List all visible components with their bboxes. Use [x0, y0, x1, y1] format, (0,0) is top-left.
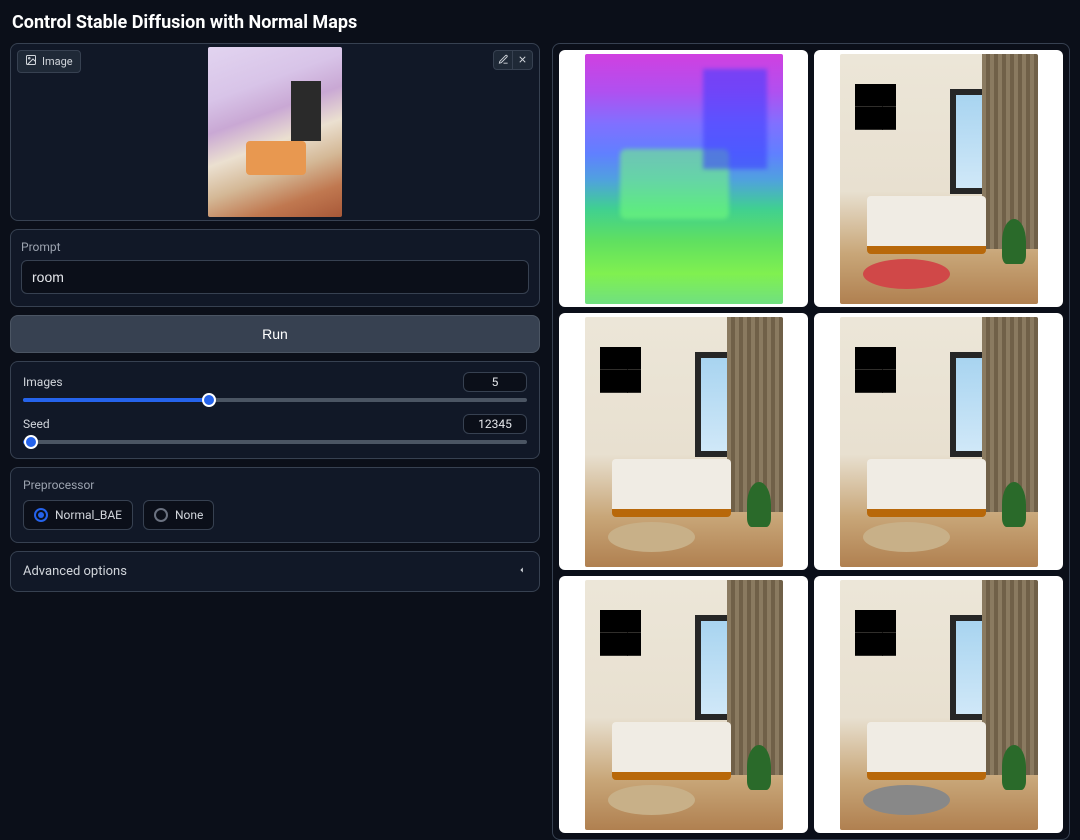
image-source-tag: Image [17, 50, 81, 73]
sliders-panel: Images 5 Seed 12345 [10, 361, 540, 459]
gallery-item-2[interactable] [559, 313, 808, 570]
images-slider-value[interactable]: 5 [463, 372, 527, 392]
seed-slider-thumb[interactable] [24, 435, 38, 449]
edit-image-button[interactable] [493, 50, 513, 70]
radio-label: None [175, 508, 203, 522]
gallery-item-0[interactable] [559, 50, 808, 307]
prompt-input[interactable] [21, 260, 529, 294]
prompt-panel: Prompt [10, 229, 540, 307]
images-slider-row: Images 5 [23, 372, 527, 402]
advanced-options-toggle[interactable]: Advanced options [10, 551, 540, 592]
advanced-options-label: Advanced options [23, 564, 127, 579]
image-source-label: Image [42, 55, 73, 68]
gallery-item-1[interactable] [814, 50, 1063, 307]
output-image-bedroom [585, 317, 783, 567]
uploaded-image-preview[interactable] [208, 47, 342, 217]
preprocessor-option-normal-bae[interactable]: Normal_BAE [23, 500, 133, 530]
preprocessor-panel: Preprocessor Normal_BAE None [10, 467, 540, 543]
output-image-bedroom [840, 54, 1038, 304]
preprocessor-option-none[interactable]: None [143, 500, 214, 530]
radio-icon [34, 508, 48, 522]
seed-slider-row: Seed 12345 [23, 414, 527, 444]
radio-label: Normal_BAE [55, 508, 122, 522]
preprocessor-label: Preprocessor [23, 478, 527, 492]
pencil-icon [498, 53, 509, 68]
output-image-bedroom [585, 580, 783, 830]
output-gallery [552, 43, 1070, 840]
page-title: Control Stable Diffusion with Normal Map… [12, 12, 1070, 33]
images-slider-thumb[interactable] [202, 393, 216, 407]
output-image-normal-map [585, 54, 783, 304]
radio-icon [154, 508, 168, 522]
gallery-item-3[interactable] [814, 313, 1063, 570]
image-upload-panel[interactable]: Image [10, 43, 540, 221]
seed-slider-value[interactable]: 12345 [463, 414, 527, 434]
gallery-item-4[interactable] [559, 576, 808, 833]
gallery-item-5[interactable] [814, 576, 1063, 833]
close-icon [517, 53, 528, 68]
image-icon [25, 54, 37, 69]
images-slider[interactable] [23, 398, 527, 402]
images-slider-label: Images [23, 375, 63, 389]
output-image-bedroom [840, 317, 1038, 567]
chevron-left-icon [517, 564, 527, 579]
clear-image-button[interactable] [513, 50, 533, 70]
prompt-label: Prompt [21, 240, 529, 254]
output-image-bedroom [840, 580, 1038, 830]
run-button[interactable]: Run [10, 315, 540, 353]
seed-slider-label: Seed [23, 417, 50, 431]
seed-slider[interactable] [23, 440, 527, 444]
controls-column: Image Prompt Run [10, 43, 540, 840]
